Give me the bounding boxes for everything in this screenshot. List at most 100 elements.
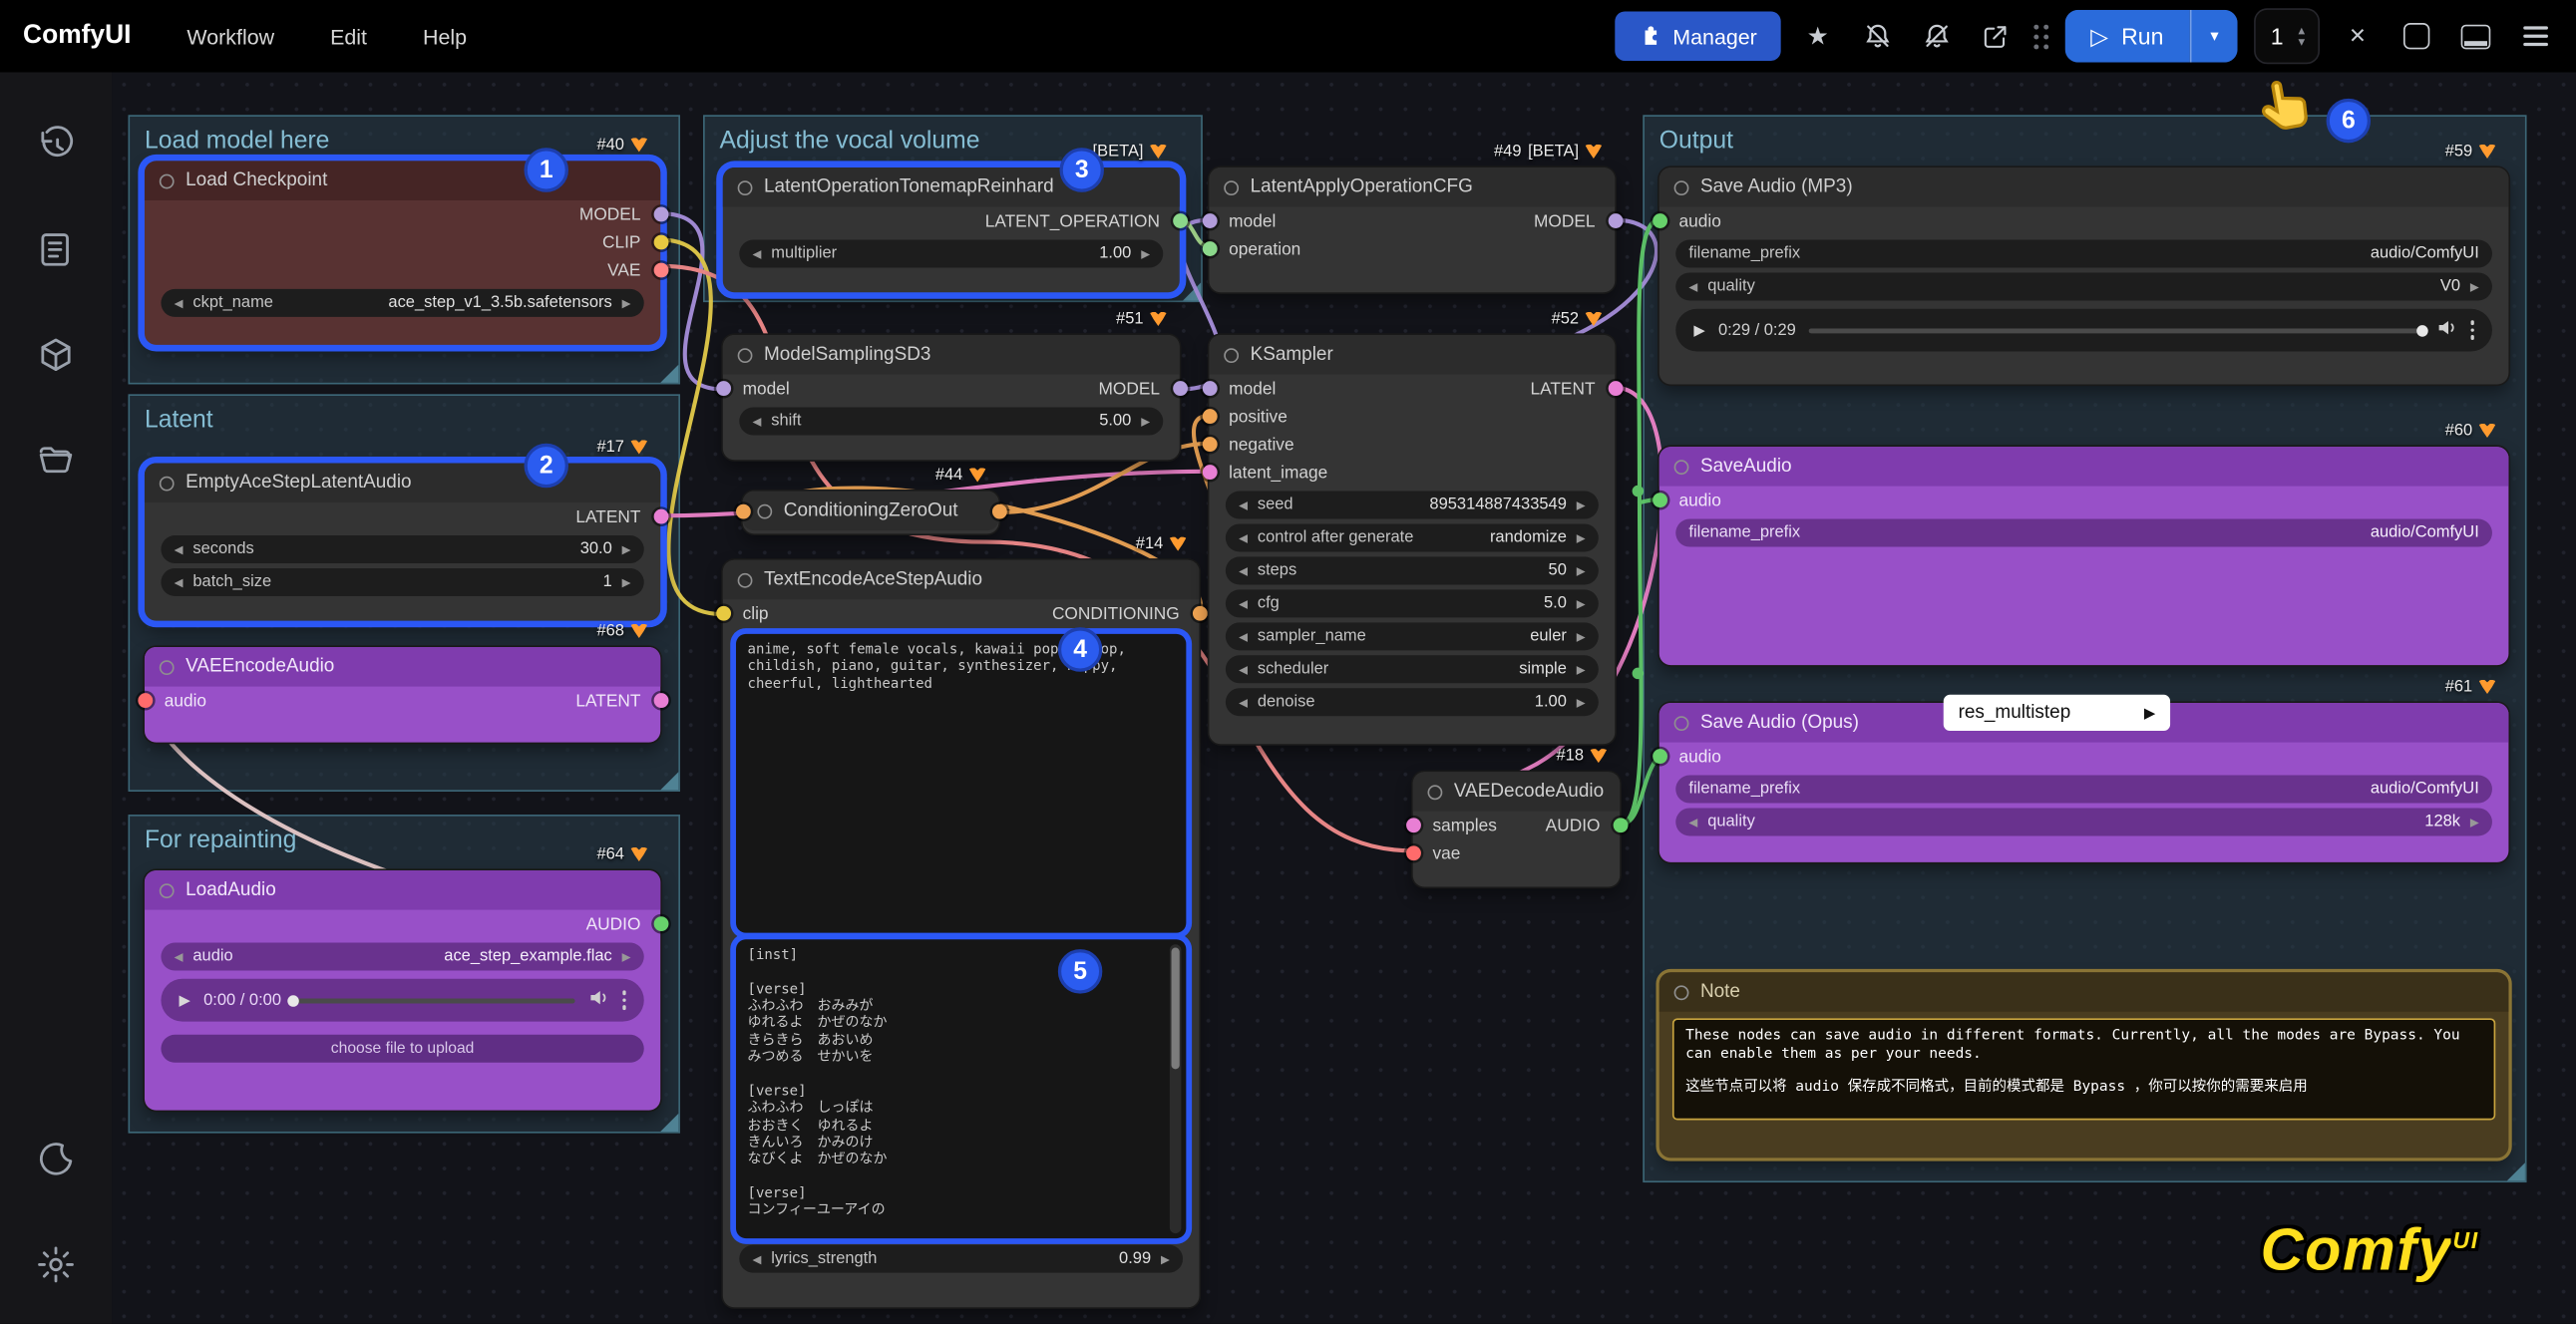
input-port-audio[interactable] (1652, 213, 1666, 228)
node-header[interactable]: LatentApplyOperationCFG (1209, 167, 1615, 207)
collapse-dot[interactable] (1674, 459, 1689, 474)
widget-cfg[interactable]: ◀cfg5.0▶ (1226, 589, 1599, 617)
collapse-dot[interactable] (160, 173, 175, 188)
collapse-dot[interactable] (160, 659, 175, 674)
workflow-history-icon[interactable] (23, 112, 89, 177)
decrement-icon[interactable]: ◀ (1688, 816, 1697, 828)
increment-icon[interactable]: ▶ (1577, 531, 1586, 544)
decrement-icon[interactable]: ◀ (1688, 280, 1697, 293)
widget-quality[interactable]: ◀quality128k▶ (1675, 808, 2492, 835)
collapse-dot[interactable] (1674, 985, 1689, 1000)
input-port[interactable] (735, 504, 750, 519)
decrement-icon[interactable]: ◀ (1239, 630, 1248, 643)
settings-gear-icon[interactable] (23, 1231, 89, 1297)
seek-knob[interactable] (2415, 324, 2427, 336)
output-port-latent[interactable] (1608, 381, 1623, 396)
collapse-dot[interactable] (738, 179, 753, 194)
widget-batch-size[interactable]: ◀batch_size1▶ (161, 568, 643, 596)
close-icon[interactable]: × (2336, 15, 2379, 58)
workflows-folder-icon[interactable] (23, 427, 89, 493)
volume-icon[interactable] (2435, 317, 2456, 343)
increment-icon[interactable]: ▶ (1141, 415, 1150, 428)
lyrics-textarea[interactable]: [inst] [verse] ふわふわ おみみが ゆれるよ かぜのなか きらきら… (736, 939, 1186, 1238)
decrement-icon[interactable]: ◀ (752, 415, 761, 428)
model-library-icon[interactable] (23, 322, 89, 388)
run-button[interactable]: ▷ Run (2064, 10, 2190, 63)
bell-muted-icon[interactable] (1856, 15, 1899, 58)
widget-sampler-name[interactable]: ◀sampler_nameeuler▶ (1226, 622, 1599, 650)
increment-icon[interactable]: ▶ (1577, 564, 1586, 577)
player-menu-icon[interactable] (622, 991, 626, 1010)
node-header[interactable]: VAEEncodeAudio (145, 647, 660, 687)
output-port-audio[interactable] (1613, 818, 1628, 832)
node-tonemap[interactable]: LatentOperationTonemapReinhardLATENT_OPE… (723, 167, 1180, 292)
node-header[interactable]: Load Checkpoint (145, 161, 660, 200)
collapse-dot[interactable] (1428, 785, 1443, 800)
decrement-icon[interactable]: ◀ (1239, 663, 1248, 676)
choose-file-button[interactable]: choose file to upload (161, 1035, 643, 1063)
scrollbar[interactable] (1170, 944, 1182, 1233)
collapse-dot[interactable] (738, 572, 753, 587)
widget-filename-prefix[interactable]: filename_prefixaudio/ComfyUI (1675, 776, 2492, 804)
input-port-model[interactable] (715, 381, 730, 396)
input-port-latent-image[interactable] (1202, 465, 1217, 480)
collapse-dot[interactable] (738, 347, 753, 362)
input-port-audio[interactable] (138, 693, 153, 708)
widget-shift[interactable]: ◀shift5.00▶ (739, 408, 1163, 436)
collapse-dot[interactable] (1224, 347, 1239, 362)
widget-seconds[interactable]: ◀seconds30.0▶ (161, 535, 643, 563)
increment-icon[interactable]: ▶ (1577, 696, 1586, 709)
star-icon[interactable]: ★ (1796, 15, 1839, 58)
widget-seed[interactable]: ◀seed895314887433549▶ (1226, 492, 1599, 519)
increment-icon[interactable]: ▶ (622, 950, 631, 963)
decrement-icon[interactable]: ◀ (1239, 531, 1248, 544)
output-port[interactable] (991, 504, 1006, 519)
output-port-latent[interactable] (653, 509, 668, 524)
node-header[interactable]: VAEDecodeAudio (1413, 772, 1621, 812)
tags-textarea[interactable]: anime, soft female vocals, kawaii pop, j… (736, 634, 1186, 933)
square-icon[interactable] (2395, 15, 2438, 58)
run-options-caret[interactable]: ▾ (2190, 10, 2238, 63)
node-latent-apply[interactable]: LatentApplyOperationCFGmodelMODELoperati… (1209, 167, 1615, 292)
menu-edit[interactable]: Edit (330, 24, 367, 49)
collapse-dot[interactable] (757, 503, 772, 518)
player-menu-icon[interactable] (2470, 321, 2474, 340)
batch-count-stepper[interactable]: 1 ▴▾ (2254, 8, 2320, 64)
increment-icon[interactable]: ▶ (1161, 1252, 1170, 1265)
widget-denoise[interactable]: ◀denoise1.00▶ (1226, 688, 1599, 716)
output-port-latent[interactable] (653, 693, 668, 708)
decrement-icon[interactable]: ◀ (1239, 498, 1248, 511)
node-save-60[interactable]: SaveAudioaudiofilename_prefixaudio/Comfy… (1659, 447, 2509, 665)
menu-workflow[interactable]: Workflow (186, 24, 274, 49)
node-header[interactable]: Note (1659, 972, 2509, 1012)
widget-lyrics-strength[interactable]: ◀lyrics_strength0.99▶ (739, 1245, 1183, 1273)
node-header[interactable]: EmptyAceStepLatentAudio (145, 464, 660, 503)
node-vae-encode[interactable]: VAEEncodeAudioaudioLATENT (145, 647, 660, 743)
input-port-negative[interactable] (1202, 437, 1217, 452)
collapse-dot[interactable] (1224, 179, 1239, 194)
play-button[interactable]: ▶ (180, 991, 190, 1009)
node-load-audio[interactable]: LoadAudioAUDIO◀audioace_step_example.fla… (145, 870, 660, 1111)
node-header[interactable]: LoadAudio (145, 870, 660, 910)
increment-icon[interactable]: ▶ (622, 575, 631, 588)
group-resize-handle[interactable] (660, 365, 678, 383)
increment-icon[interactable]: ▶ (2470, 280, 2479, 293)
theme-toggle-moon-icon[interactable] (23, 1127, 89, 1192)
node-load-checkpoint[interactable]: Load CheckpointMODELCLIPVAE◀ckpt_nameace… (145, 161, 660, 344)
collapse-dot[interactable] (1674, 715, 1689, 730)
increment-icon[interactable]: ▶ (1577, 630, 1586, 643)
output-port-conditioning[interactable] (1192, 606, 1207, 621)
input-port-model[interactable] (1202, 381, 1217, 396)
menu-help[interactable]: Help (423, 24, 467, 49)
node-text-encode[interactable]: TextEncodeAceStepAudioclipCONDITIONINGan… (723, 560, 1200, 1308)
decrement-icon[interactable]: ◀ (752, 247, 761, 260)
widget-control-after-generate[interactable]: ◀control after generaterandomize▶ (1226, 523, 1599, 551)
widget-filename-prefix[interactable]: filename_prefixaudio/ComfyUI (1675, 519, 2492, 547)
increment-icon[interactable]: ▶ (2470, 816, 2479, 828)
seek-bar[interactable] (1809, 328, 2422, 333)
seek-knob[interactable] (288, 994, 300, 1006)
bottom-panel-icon[interactable] (2454, 15, 2497, 58)
output-port-vae[interactable] (653, 263, 668, 278)
group-title[interactable]: Adjust the vocal volume (705, 117, 1201, 165)
widget-steps[interactable]: ◀steps50▶ (1226, 556, 1599, 584)
